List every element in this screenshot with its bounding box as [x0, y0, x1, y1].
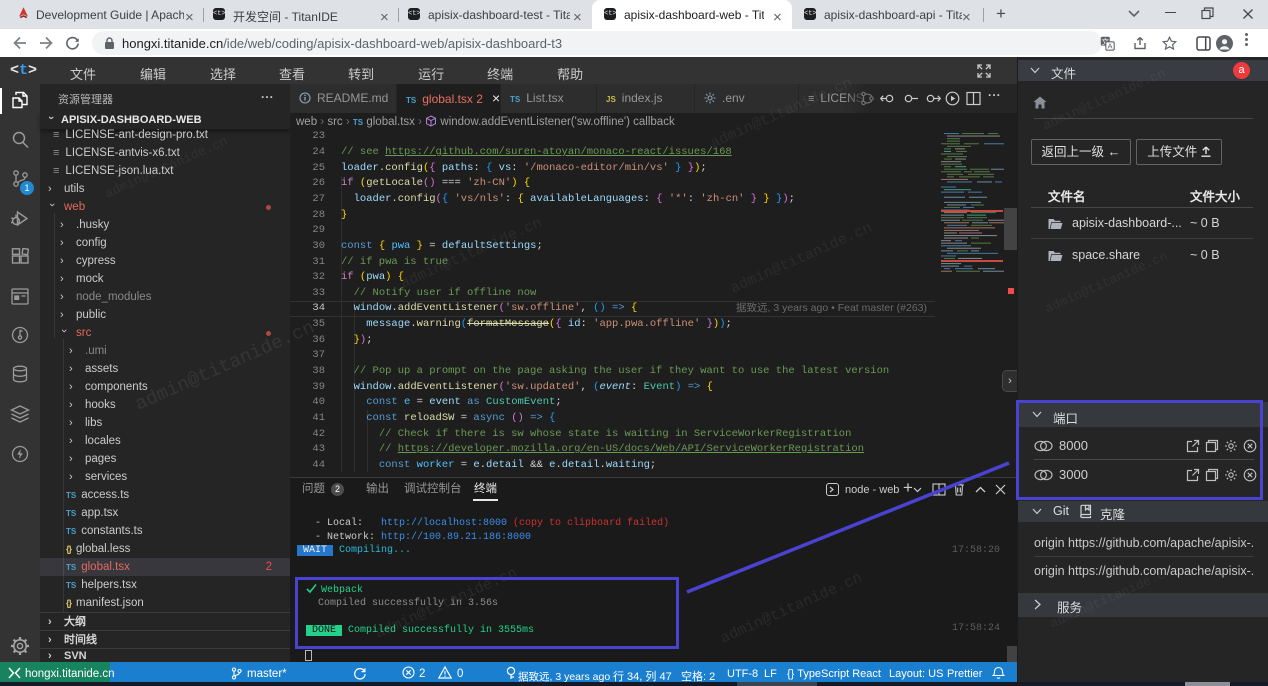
svg-text:A: A	[1107, 42, 1112, 51]
